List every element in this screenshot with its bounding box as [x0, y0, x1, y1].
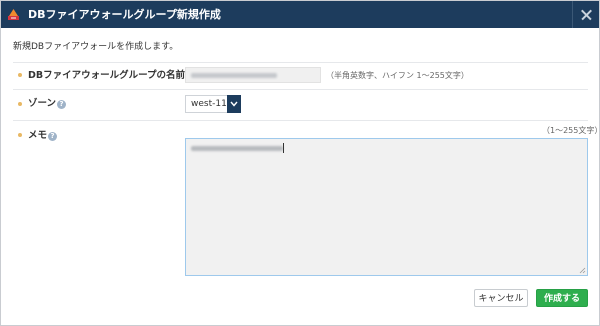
name-label: DBファイアウォールグループの名前 [28, 70, 186, 81]
divider [13, 120, 588, 121]
help-icon[interactable]: ? [48, 132, 58, 141]
zone-selected-value: west-11 [191, 99, 227, 109]
name-row: DBファイアウォールグループの名前? （半角英数字、ハイフン 1〜255文字） [13, 64, 588, 88]
obscured-value [191, 73, 277, 78]
cancel-button[interactable]: キャンセル [474, 289, 528, 307]
text-caret [283, 143, 284, 153]
memo-label: メモ [28, 130, 48, 141]
obscured-value [191, 146, 283, 151]
memo-textarea[interactable] [185, 138, 588, 276]
zone-row: ゾーン? west-11 [13, 91, 588, 119]
divider [13, 89, 588, 90]
create-db-firewall-group-dialog: DBファイアウォールグループ新規作成 新規DBファイアウォールを作成します。 D… [0, 0, 600, 326]
divider [13, 62, 588, 63]
name-hint: （半角英数字、ハイフン 1〜255文字） [326, 71, 469, 80]
zone-label: ゾーン [28, 98, 57, 109]
bullet-icon [18, 102, 22, 106]
help-icon[interactable]: ? [57, 100, 67, 109]
memo-row: メモ? （1〜255文字） [13, 122, 600, 280]
resize-handle-icon[interactable] [579, 267, 586, 274]
dialog-title: DBファイアウォールグループ新規作成 [28, 8, 221, 21]
bullet-icon [18, 133, 22, 137]
cloud-logo-icon [8, 9, 19, 20]
chevron-down-icon[interactable] [227, 95, 241, 113]
dialog-titlebar: DBファイアウォールグループ新規作成 [1, 1, 599, 28]
zone-select[interactable]: west-11 [185, 95, 241, 113]
name-input[interactable] [185, 67, 321, 83]
intro-text: 新規DBファイアウォールを作成します。 [13, 42, 179, 52]
memo-hint: （1〜255文字） [542, 126, 600, 135]
close-icon[interactable] [572, 1, 599, 28]
bullet-icon [18, 73, 22, 77]
create-button[interactable]: 作成する [536, 289, 588, 307]
